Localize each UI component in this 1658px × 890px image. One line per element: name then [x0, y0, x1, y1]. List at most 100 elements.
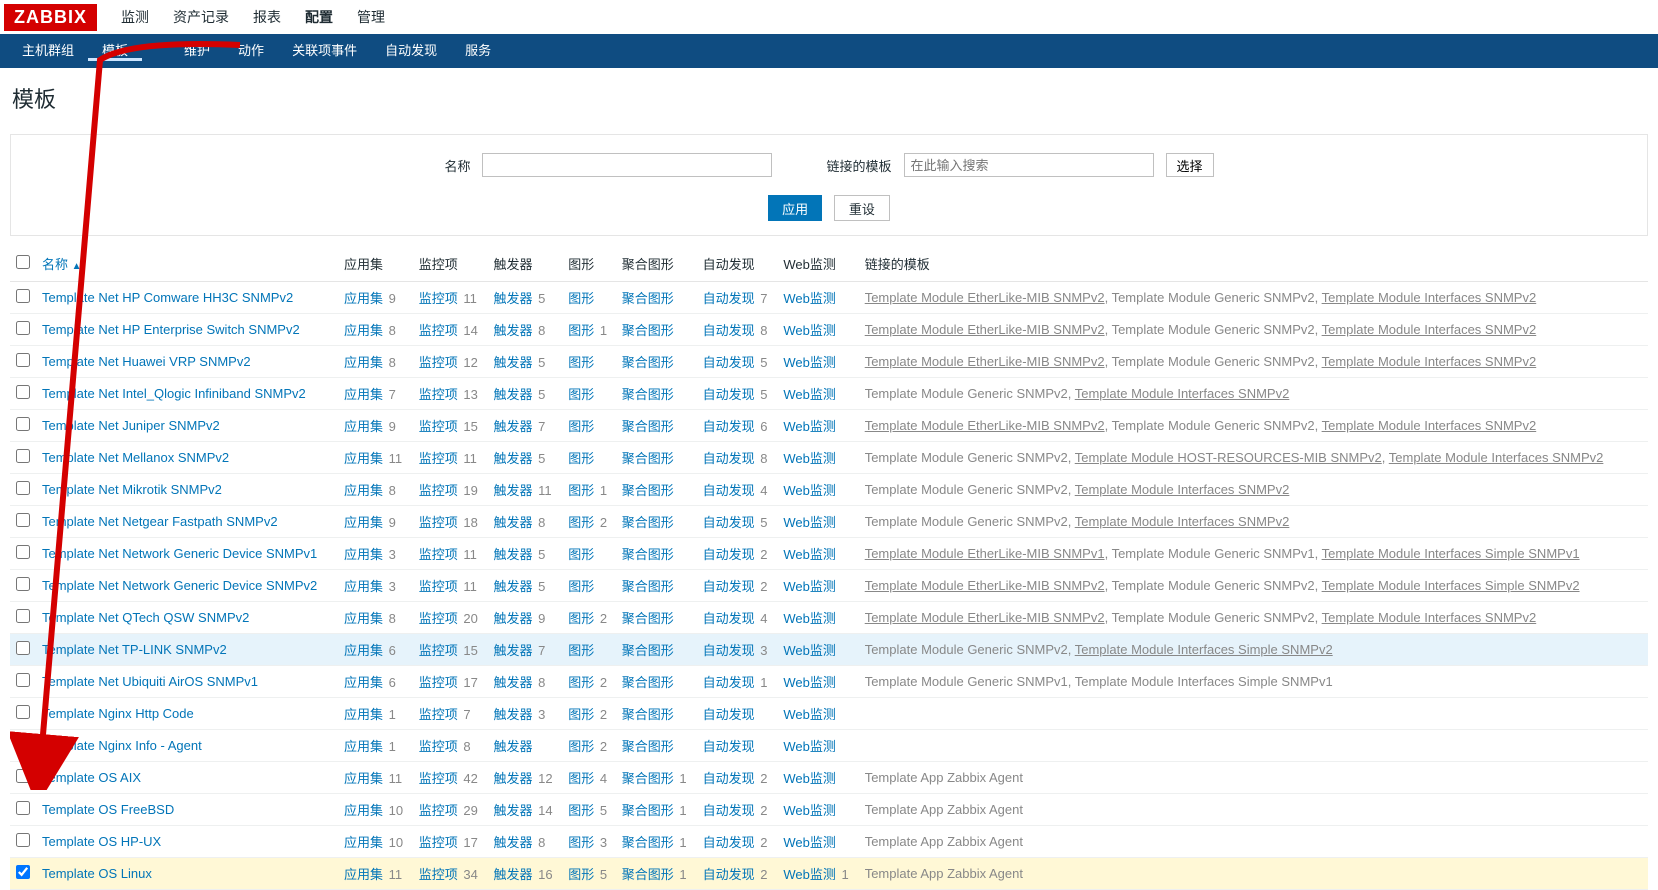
item-link[interactable]: 监控项 34 — [413, 858, 488, 890]
filter-linked-input[interactable] — [904, 153, 1154, 177]
row-checkbox[interactable] — [16, 865, 30, 879]
trig-link[interactable]: 触发器 3 — [488, 698, 563, 730]
screen-link[interactable]: 聚合图形 1 — [616, 794, 697, 826]
screen-link[interactable]: 聚合图形 — [616, 474, 697, 506]
topnav-资产记录[interactable]: 资产记录 — [161, 9, 241, 25]
item-link[interactable]: 监控项 7 — [413, 698, 488, 730]
app-link[interactable]: 应用集 8 — [338, 602, 413, 634]
template-name[interactable]: Template Net Ubiquiti AirOS SNMPv1 — [36, 666, 338, 698]
trig-link[interactable]: 触发器 5 — [488, 538, 563, 570]
web-link[interactable]: Web监测 — [777, 826, 858, 858]
graph-link[interactable]: 图形 — [562, 410, 615, 442]
subnav-服务[interactable]: 服务 — [451, 43, 505, 58]
topnav-管理[interactable]: 管理 — [345, 9, 397, 25]
item-link[interactable]: 监控项 11 — [413, 538, 488, 570]
graph-link[interactable]: 图形 5 — [562, 858, 615, 890]
graph-link[interactable]: 图形 — [562, 282, 615, 314]
web-link[interactable]: Web监测 — [777, 634, 858, 666]
col-disc[interactable]: 自动发现 — [697, 246, 778, 282]
template-name[interactable]: Template Net Mellanox SNMPv2 — [36, 442, 338, 474]
disc-link[interactable]: 自动发现 1 — [697, 666, 778, 698]
app-link[interactable]: 应用集 3 — [338, 570, 413, 602]
graph-link[interactable]: 图形 2 — [562, 666, 615, 698]
graph-link[interactable]: 图形 5 — [562, 794, 615, 826]
row-checkbox[interactable] — [16, 737, 30, 751]
item-link[interactable]: 监控项 11 — [413, 570, 488, 602]
graph-link[interactable]: 图形 1 — [562, 474, 615, 506]
item-link[interactable]: 监控项 20 — [413, 602, 488, 634]
web-link[interactable]: Web监测 — [777, 346, 858, 378]
trig-link[interactable]: 触发器 7 — [488, 410, 563, 442]
trig-link[interactable]: 触发器 5 — [488, 442, 563, 474]
screen-link[interactable]: 聚合图形 1 — [616, 826, 697, 858]
disc-link[interactable]: 自动发现 7 — [697, 282, 778, 314]
graph-link[interactable]: 图形 2 — [562, 506, 615, 538]
subnav-维护[interactable]: 维护 — [170, 43, 224, 58]
topnav-监测[interactable]: 监测 — [109, 9, 161, 25]
trig-link[interactable]: 触发器 5 — [488, 346, 563, 378]
row-checkbox[interactable] — [16, 321, 30, 335]
row-checkbox[interactable] — [16, 833, 30, 847]
screen-link[interactable]: 聚合图形 — [616, 346, 697, 378]
trig-link[interactable]: 触发器 16 — [488, 858, 563, 890]
screen-link[interactable]: 聚合图形 — [616, 410, 697, 442]
select-all-checkbox[interactable] — [16, 255, 30, 269]
app-link[interactable]: 应用集 6 — [338, 666, 413, 698]
item-link[interactable]: 监控项 12 — [413, 346, 488, 378]
item-link[interactable]: 监控项 42 — [413, 762, 488, 794]
item-link[interactable]: 监控项 29 — [413, 794, 488, 826]
row-checkbox[interactable] — [16, 577, 30, 591]
subnav-hidden[interactable] — [142, 43, 170, 58]
subnav-主机群组[interactable]: 主机群组 — [8, 43, 88, 58]
template-name[interactable]: Template Net Mikrotik SNMPv2 — [36, 474, 338, 506]
template-name[interactable]: Template Net Network Generic Device SNMP… — [36, 570, 338, 602]
reset-button[interactable]: 重设 — [834, 195, 890, 221]
web-link[interactable]: Web监测 — [777, 474, 858, 506]
web-link[interactable]: Web监测 — [777, 538, 858, 570]
web-link[interactable]: Web监测 — [777, 794, 858, 826]
graph-link[interactable]: 图形 — [562, 538, 615, 570]
row-checkbox[interactable] — [16, 289, 30, 303]
item-link[interactable]: 监控项 8 — [413, 730, 488, 762]
trig-link[interactable]: 触发器 8 — [488, 666, 563, 698]
row-checkbox[interactable] — [16, 385, 30, 399]
disc-link[interactable]: 自动发现 8 — [697, 314, 778, 346]
filter-name-input[interactable] — [482, 153, 772, 177]
graph-link[interactable]: 图形 1 — [562, 314, 615, 346]
screen-link[interactable]: 聚合图形 — [616, 282, 697, 314]
col-screen[interactable]: 聚合图形 — [616, 246, 697, 282]
app-link[interactable]: 应用集 8 — [338, 474, 413, 506]
topnav-配置[interactable]: 配置 — [293, 9, 345, 25]
graph-link[interactable]: 图形 — [562, 442, 615, 474]
app-link[interactable]: 应用集 8 — [338, 346, 413, 378]
item-link[interactable]: 监控项 13 — [413, 378, 488, 410]
trig-link[interactable]: 触发器 12 — [488, 762, 563, 794]
trig-link[interactable]: 触发器 5 — [488, 378, 563, 410]
web-link[interactable]: Web监测 — [777, 698, 858, 730]
row-checkbox[interactable] — [16, 353, 30, 367]
graph-link[interactable]: 图形 — [562, 346, 615, 378]
disc-link[interactable]: 自动发现 5 — [697, 506, 778, 538]
row-checkbox[interactable] — [16, 545, 30, 559]
subnav-关联项事件[interactable]: 关联项事件 — [278, 43, 371, 58]
graph-link[interactable]: 图形 — [562, 570, 615, 602]
web-link[interactable]: Web监测 — [777, 282, 858, 314]
col-trig[interactable]: 触发器 — [488, 246, 563, 282]
disc-link[interactable]: 自动发现 3 — [697, 634, 778, 666]
screen-link[interactable]: 聚合图形 — [616, 378, 697, 410]
web-link[interactable]: Web监测 1 — [777, 858, 858, 890]
screen-link[interactable]: 聚合图形 — [616, 698, 697, 730]
screen-link[interactable]: 聚合图形 — [616, 570, 697, 602]
template-name[interactable]: Template Nginx Info - Agent — [36, 730, 338, 762]
web-link[interactable]: Web监测 — [777, 506, 858, 538]
web-link[interactable]: Web监测 — [777, 442, 858, 474]
web-link[interactable]: Web监测 — [777, 410, 858, 442]
web-link[interactable]: Web监测 — [777, 570, 858, 602]
screen-link[interactable]: 聚合图形 — [616, 314, 697, 346]
row-checkbox[interactable] — [16, 609, 30, 623]
trig-link[interactable]: 触发器 14 — [488, 794, 563, 826]
subnav-自动发现[interactable]: 自动发现 — [371, 43, 451, 58]
web-link[interactable]: Web监测 — [777, 762, 858, 794]
screen-link[interactable]: 聚合图形 — [616, 634, 697, 666]
template-name[interactable]: Template OS HP-UX — [36, 826, 338, 858]
